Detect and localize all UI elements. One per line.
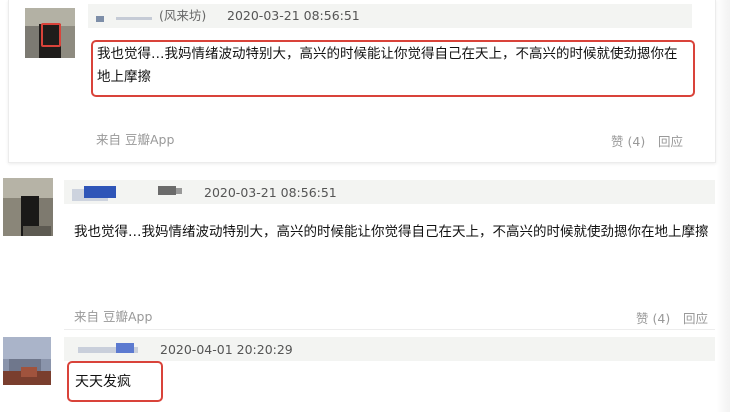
comment-source: 来自 豆瓣App [74,306,152,325]
username-pixelated[interactable] [96,8,156,24]
comment-timestamp: 2020-03-21 08:56:51 [204,185,337,200]
like-button[interactable]: 赞 (4) [636,308,670,327]
avatar[interactable] [3,337,51,385]
reply-button[interactable]: 回应 [683,308,708,327]
reply-button[interactable]: 回应 [658,131,683,150]
source-app: 豆瓣App [103,309,153,324]
comment-source: 来自 豆瓣App [96,129,174,148]
username-suffix: (风来坊) [159,8,207,23]
username-pixelated[interactable] [78,340,148,356]
page-edge-shadow [716,0,730,412]
comment-timestamp: 2020-03-21 08:56:51 [227,8,360,23]
comment-timestamp: 2020-04-01 20:20:29 [160,342,293,357]
like-count: (4) [652,311,671,326]
source-app: 豆瓣App [125,132,175,147]
divider [64,329,715,330]
comment-text: 我也觉得…我妈情绪波动特别大，高兴的时候能让你觉得自己在天上，不高兴的时候就使劲… [74,224,709,240]
avatar[interactable] [3,178,53,236]
like-label: 赞 [636,311,649,326]
source-label: 来自 [74,309,100,324]
like-label: 赞 [611,134,624,149]
comment-text: 我也觉得…我妈情绪波动特别大，高兴的时候能让你觉得自己在天上，不高兴的时候就使劲… [97,46,678,85]
like-button[interactable]: 赞 (4) [611,131,645,150]
like-count: (4) [627,134,646,149]
comment-text: 天天发疯 [75,374,131,390]
source-label: 来自 [96,132,122,147]
username-pixelated[interactable] [72,183,192,201]
avatar[interactable] [25,8,75,58]
